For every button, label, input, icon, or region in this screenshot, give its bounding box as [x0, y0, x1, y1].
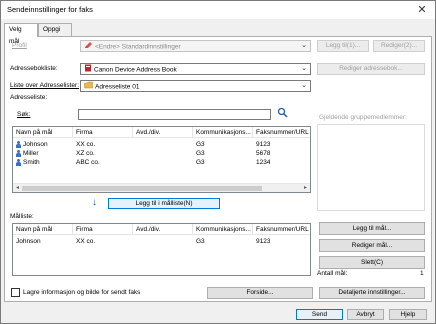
target-list-label: Målliste:	[10, 213, 34, 220]
row-company: XX co.	[76, 238, 96, 245]
row-name: Miller	[23, 150, 39, 158]
person-icon	[16, 159, 21, 166]
column-header[interactable]: Faksnummer/URL	[253, 224, 310, 235]
chevron-down-icon: ⌄	[301, 42, 307, 49]
row-company: XZ co.	[76, 150, 95, 157]
table-row[interactable]: Smith ABC co. G3 1234	[13, 159, 310, 167]
save-info-checkbox[interactable]	[11, 288, 20, 297]
address-list-section-label: Adresseliste:	[10, 94, 48, 101]
search-icon[interactable]	[277, 107, 288, 120]
search-input[interactable]	[78, 109, 271, 120]
group-members-list	[317, 124, 425, 211]
folder-icon	[84, 81, 93, 91]
detailed-settings-button[interactable]: Detaljerte innstillinger...	[319, 287, 425, 299]
column-header[interactable]: Avd./div.	[133, 127, 193, 138]
row-name: Johnson	[23, 141, 48, 149]
group-members-label: Gjeldende gruppemedlemmer:	[319, 114, 407, 121]
column-header[interactable]: Firma	[73, 224, 133, 235]
edit-target-button[interactable]: Rediger mål...	[319, 239, 425, 252]
save-info-label: Lagre informasjon og bilde for sendt fak…	[23, 289, 141, 296]
edit-address-book-button[interactable]: Rediger adressebok...	[317, 63, 425, 75]
address-table-header: Navn på mål Firma Avd./div. Kommunikasjo…	[13, 127, 310, 138]
cancel-button[interactable]: Avbryt	[347, 309, 384, 320]
tab-select-target[interactable]: Velg mål	[4, 23, 38, 45]
address-list-value: Adresseliste 01	[95, 83, 140, 91]
fax-settings-dialog: Sendeinnstillinger for faks ✕ Velg mål O…	[0, 0, 436, 324]
title-bar: Sendeinnstillinger for faks ✕	[1, 1, 435, 19]
cover-sheet-button[interactable]: Forside...	[207, 287, 313, 299]
row-fax: 1234	[256, 159, 271, 166]
scrollbar-thumb[interactable]	[22, 186, 262, 191]
window-title: Sendeinnstillinger for faks	[7, 5, 93, 14]
delete-target-button[interactable]: Slett(C)	[319, 256, 425, 269]
add-to-target-list-button[interactable]: Legg til i målliste(N)	[108, 198, 220, 209]
person-icon	[16, 150, 21, 157]
profile-value: <Endre> Standardinnstillinger	[95, 43, 181, 51]
row-fax: 9123	[256, 238, 271, 245]
person-icon	[16, 141, 21, 148]
column-header[interactable]: Navn på mål	[13, 224, 73, 235]
row-name: Johnson	[16, 238, 41, 245]
column-header[interactable]: Kommunikasjons...	[193, 127, 253, 138]
pencil-icon	[84, 41, 93, 51]
row-name: Smith	[23, 159, 40, 167]
column-header[interactable]: Kommunikasjons...	[193, 224, 253, 235]
scroll-left-icon[interactable]: ◂	[13, 184, 22, 192]
profile-select[interactable]: <Endre> Standardinnstillinger ⌄	[80, 40, 311, 52]
profile-add-button[interactable]: Legg til(1)...	[317, 40, 369, 52]
address-book-label: Adressebokliste:	[10, 65, 58, 72]
row-comm: G3	[196, 141, 205, 148]
scroll-right-icon[interactable]: ▸	[301, 184, 310, 192]
row-company: ABC co.	[76, 159, 100, 166]
target-table-header: Navn på mål Firma Avd./div. Kommunikasjo…	[13, 224, 310, 235]
address-book-value: Canon Device Address Book	[94, 66, 177, 74]
horizontal-scrollbar[interactable]: ◂ ▸	[13, 183, 310, 192]
row-company: XX co.	[76, 141, 96, 148]
column-header[interactable]: Avd./div.	[133, 224, 193, 235]
row-fax: 9123	[256, 141, 271, 148]
down-arrow-icon: ↓	[92, 197, 97, 208]
chevron-down-icon: ⌄	[301, 65, 307, 72]
target-count-label: Antall mål:	[317, 270, 348, 277]
address-book-select[interactable]: Canon Device Address Book ⌄	[80, 63, 311, 75]
address-list-label: Liste over Adresselister:	[10, 82, 80, 89]
address-table[interactable]: Navn på mål Firma Avd./div. Kommunikasjo…	[12, 126, 311, 193]
chevron-down-icon: ⌄	[301, 82, 307, 89]
table-row[interactable]: Miller XZ co. G3 5678	[13, 150, 310, 158]
address-book-icon	[84, 64, 92, 74]
tab-enter-target[interactable]: Oppgi mål	[38, 23, 72, 45]
send-button[interactable]: Send	[296, 309, 343, 320]
row-comm: G3	[196, 150, 205, 157]
column-header[interactable]: Firma	[73, 127, 133, 138]
row-comm: G3	[196, 159, 205, 166]
search-label: Søk:	[17, 111, 31, 118]
column-header[interactable]: Navn på mål	[13, 127, 73, 138]
target-count-value: 1	[420, 270, 424, 277]
table-row[interactable]: Johnson XX co. G3 9123	[13, 238, 310, 246]
address-list-select[interactable]: Adresseliste 01 ⌄	[80, 80, 311, 92]
target-list-table[interactable]: Navn på mål Firma Avd./div. Kommunikasjo…	[12, 223, 311, 276]
help-button[interactable]: Hjelp	[389, 309, 427, 320]
column-header[interactable]: Faksnummer/URL	[253, 127, 310, 138]
row-fax: 5678	[256, 150, 271, 157]
row-comm: G3	[196, 238, 205, 245]
close-icon[interactable]: ✕	[415, 3, 429, 17]
profile-edit-button[interactable]: Rediger(2)...	[373, 40, 425, 52]
table-row[interactable]: Johnson XX co. G3 9123	[13, 141, 310, 149]
add-target-button[interactable]: Legg til mål...	[319, 222, 425, 235]
